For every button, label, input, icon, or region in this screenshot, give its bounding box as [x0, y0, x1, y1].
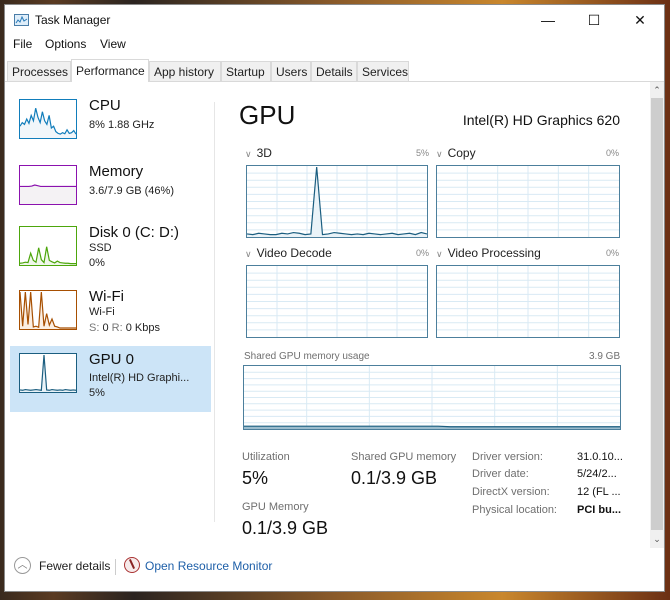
- shared-memory-series-line: [244, 425, 620, 428]
- tab-processes[interactable]: Processes: [7, 61, 71, 81]
- chevron-down-icon: ∨: [245, 149, 252, 159]
- resource-monitor-icon: [124, 557, 140, 573]
- engine-video-processing-selector[interactable]: ∨ Video Processing: [436, 246, 541, 260]
- shared-memory-chart-label: Shared GPU memory usage: [244, 351, 370, 362]
- gpu-thumbnail-graph: [19, 353, 77, 393]
- sidebar-item-throughput: S: 0 R: 0 Kbps: [89, 322, 160, 334]
- shared-memory-graph: [243, 365, 621, 430]
- performance-panel: CPU 8% 1.88 GHz Memory 3.6/7.9 GB (46%) …: [5, 82, 664, 548]
- tab-services[interactable]: Services: [357, 61, 409, 81]
- tab-details[interactable]: Details: [311, 61, 357, 81]
- disk-thumbnail-graph: [19, 226, 77, 266]
- shared-memory-chart-max: 3.9 GB: [589, 351, 621, 362]
- maximize-button[interactable]: ☐: [571, 5, 617, 35]
- sidebar-item-title: Disk 0 (C: D:): [89, 224, 179, 241]
- chevron-down-icon: ∨: [245, 249, 252, 259]
- sidebar-item-subtitle: SSD: [89, 242, 112, 254]
- sidebar-item-subtitle: Wi-Fi: [89, 306, 115, 318]
- engine-video-decode-percent: 0%: [416, 248, 430, 258]
- sidebar-item-cpu[interactable]: CPU 8% 1.88 GHz: [10, 92, 211, 158]
- directx-version-label: DirectX version:: [472, 486, 550, 498]
- sidebar-item-title: GPU 0: [89, 351, 135, 368]
- page-title: GPU: [239, 100, 296, 130]
- wifi-thumbnail-graph: [19, 290, 77, 330]
- gpu-device-name: Intel(R) HD Graphics 620: [462, 112, 620, 128]
- memory-series-area: [20, 185, 76, 204]
- close-icon: ✕: [634, 11, 646, 28]
- minimize-icon: —: [541, 12, 555, 28]
- tab-startup[interactable]: Startup: [221, 61, 271, 81]
- scrollbar-thumb[interactable]: [651, 98, 663, 530]
- driver-date-label: Driver date:: [472, 468, 529, 480]
- open-resource-monitor-link[interactable]: Open Resource Monitor: [145, 559, 272, 573]
- sidebar-item-title: Wi-Fi: [89, 288, 124, 305]
- sidebar-item-title: Memory: [89, 163, 144, 180]
- engine-video-processing-percent: 0%: [606, 248, 620, 258]
- task-manager-window: Task Manager — ☐ ✕ File Options View Pro…: [4, 4, 665, 592]
- shared-gpu-memory-value: 0.1/3.9 GB: [351, 468, 438, 488]
- chevron-down-icon: ∨: [436, 149, 443, 159]
- maximize-icon: ☐: [587, 11, 601, 28]
- memory-thumbnail-graph: [19, 165, 77, 205]
- engine-video-processing-graph: [436, 265, 620, 338]
- title-bar[interactable]: Task Manager — ☐ ✕: [5, 5, 664, 35]
- driver-version-value: 31.0.10...: [577, 451, 623, 463]
- memory-series-line: [20, 184, 76, 188]
- menu-view[interactable]: View: [100, 37, 126, 51]
- physical-location-label: Physical location:: [472, 504, 557, 516]
- engine-video-decode-selector[interactable]: ∨ Video Decode: [245, 246, 332, 260]
- footer-divider: [115, 559, 116, 575]
- footer-bar: ︿ Fewer details Open Resource Monitor: [5, 547, 664, 591]
- sidebar-item-subtitle: 8% 1.88 GHz: [89, 119, 155, 131]
- utilization-value: 5%: [242, 468, 269, 488]
- cpu-thumbnail-graph: [19, 99, 77, 139]
- sidebar-item-gpu[interactable]: GPU 0 Intel(R) HD Graphi... 5%: [10, 346, 211, 412]
- minimize-button[interactable]: —: [525, 5, 571, 35]
- engine-3d-graph: [246, 165, 428, 238]
- close-button[interactable]: ✕: [617, 5, 663, 35]
- scroll-down-icon[interactable]: ⌄: [650, 532, 664, 546]
- engine-copy-graph: [436, 165, 620, 238]
- sidebar-item-title: CPU: [89, 97, 121, 114]
- gpu-memory-label: GPU Memory: [242, 501, 309, 513]
- engine-copy-selector[interactable]: ∨ Copy: [436, 146, 476, 160]
- engine-3d-percent: 5%: [416, 148, 430, 158]
- sidebar-item-value: 5%: [89, 387, 105, 399]
- fewer-details-button[interactable]: Fewer details: [39, 559, 110, 573]
- chevron-down-icon: ∨: [436, 249, 443, 259]
- tab-performance[interactable]: Performance: [71, 59, 149, 82]
- engine-copy-percent: 0%: [606, 148, 620, 158]
- tab-users[interactable]: Users: [271, 61, 311, 81]
- chevron-up-circle-icon[interactable]: ︿: [14, 557, 31, 574]
- engine-3d-selector[interactable]: ∨ 3D: [245, 146, 272, 160]
- sidebar-item-wifi[interactable]: Wi-Fi Wi-Fi S: 0 R: 0 Kbps: [10, 283, 211, 349]
- vertical-scrollbar[interactable]: ⌃ ⌄: [650, 82, 664, 548]
- directx-version-value: 12 (FL ...: [577, 486, 621, 498]
- sidebar-item-memory[interactable]: Memory 3.6/7.9 GB (46%): [10, 158, 211, 224]
- tab-app-history[interactable]: App history: [149, 61, 221, 81]
- engine-video-decode-graph: [246, 265, 428, 338]
- sidebar-item-subtitle: Intel(R) HD Graphi...: [89, 372, 190, 384]
- gpu-memory-value: 0.1/3.9 GB: [242, 518, 329, 538]
- gpu-series-area: [20, 355, 76, 392]
- gpu-series-line: [20, 354, 76, 391]
- physical-location-value: PCI bu...: [577, 504, 621, 516]
- driver-date-value: 5/24/2...: [577, 468, 617, 480]
- driver-version-label: Driver version:: [472, 451, 543, 463]
- shared-gpu-memory-label: Shared GPU memory: [351, 451, 457, 463]
- sidebar-divider: [214, 102, 215, 522]
- window-title: Task Manager: [35, 13, 111, 27]
- tab-strip: Processes Performance App history Startu…: [5, 59, 664, 82]
- sidebar-item-value: 0%: [89, 257, 105, 269]
- sidebar-item-subtitle: 3.6/7.9 GB (46%): [89, 185, 174, 197]
- utilization-label: Utilization: [242, 451, 290, 463]
- menu-file[interactable]: File: [13, 37, 32, 51]
- sidebar-item-disk[interactable]: Disk 0 (C: D:) SSD 0%: [10, 219, 211, 285]
- menu-options[interactable]: Options: [45, 37, 86, 51]
- task-manager-app-icon: [14, 14, 29, 26]
- scroll-up-icon[interactable]: ⌃: [650, 83, 664, 97]
